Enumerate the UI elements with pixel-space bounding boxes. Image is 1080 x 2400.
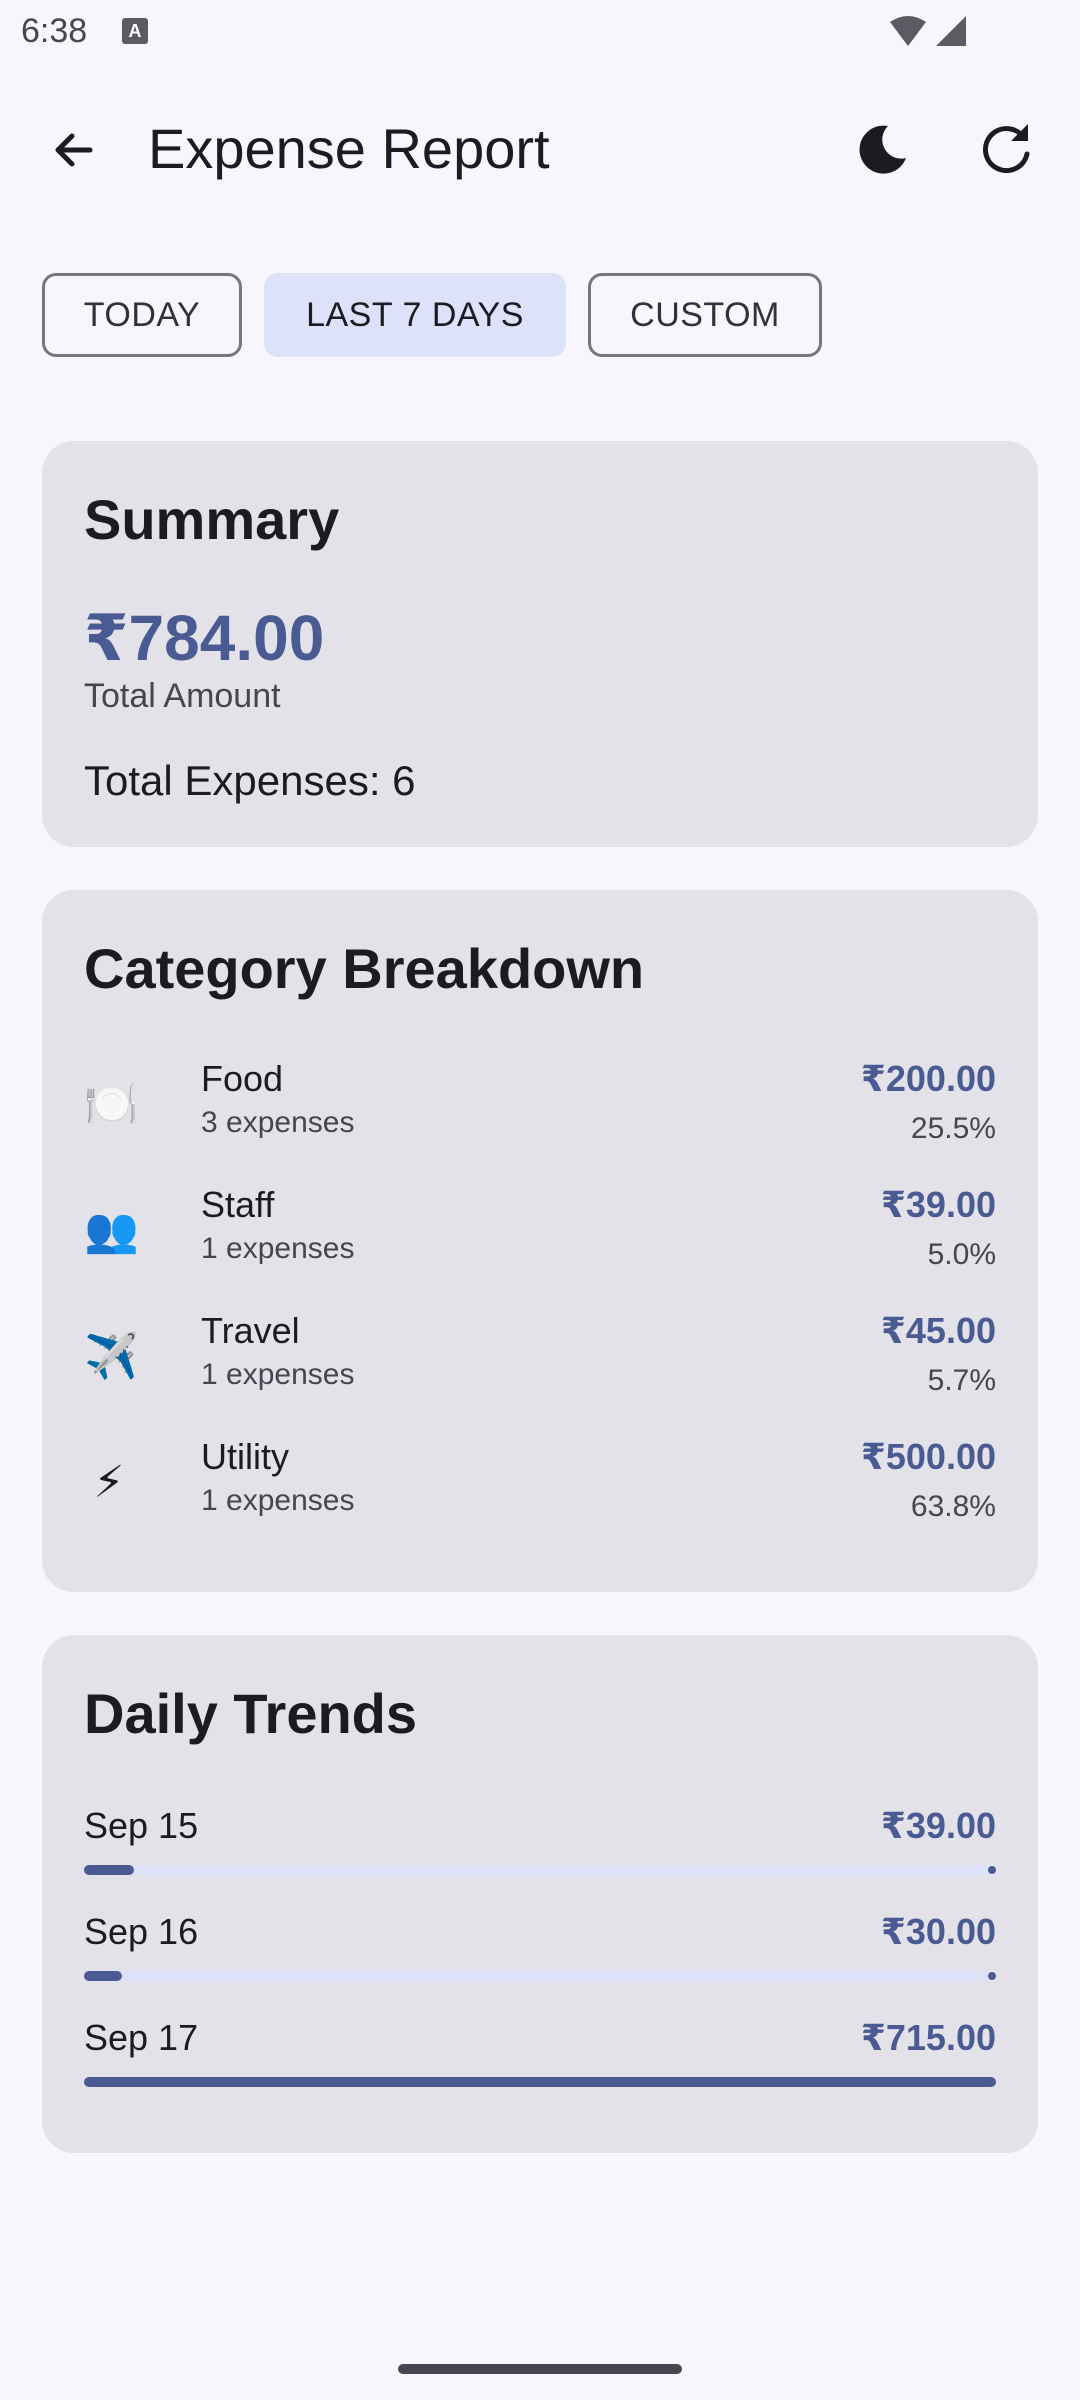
airplane-icon: ✈️	[84, 1332, 139, 1381]
status-time: 6:38	[21, 12, 88, 50]
trend-progress-fill	[84, 1865, 135, 1875]
total-expenses: Total Expenses: 6	[84, 757, 416, 804]
home-indicator[interactable]	[398, 2364, 682, 2374]
trend-amount: ₹715.00	[860, 2017, 996, 2058]
category-name: Staff	[201, 1184, 275, 1225]
trend-row-sep-17: Sep 17 ₹715.00	[84, 2017, 996, 2107]
notification-icon: A	[122, 18, 148, 44]
total-amount: ₹784.00	[84, 602, 325, 674]
lightning-icon: ⚡	[93, 1458, 125, 1507]
category-amount: ₹39.00	[880, 1184, 996, 1225]
category-percent: 25.5%	[910, 1112, 996, 1145]
people-icon: 👥	[84, 1206, 139, 1255]
trend-progress-bar	[84, 2077, 996, 2087]
category-percent: 63.8%	[910, 1490, 996, 1523]
trend-row-sep-16: Sep 16 ₹30.00	[84, 1911, 996, 2001]
category-amount: ₹500.00	[860, 1436, 996, 1477]
trend-progress-end-dot	[988, 1972, 996, 1980]
trend-progress-bar	[84, 1971, 996, 1981]
category-row-travel[interactable]: ✈️ Travel 1 expenses ₹45.00 5.7%	[84, 1310, 996, 1410]
category-amount: ₹200.00	[860, 1058, 996, 1099]
trend-progress-fill	[84, 2077, 996, 2087]
trend-progress-end-dot	[988, 1866, 996, 1874]
refresh-icon	[983, 124, 1030, 174]
chip-custom[interactable]: CUSTOM	[588, 273, 822, 357]
back-button[interactable]	[40, 116, 108, 184]
wifi-icon	[890, 16, 926, 46]
total-amount-label: Total Amount	[84, 677, 281, 715]
category-percent: 5.7%	[927, 1364, 996, 1397]
category-count: 1 expenses	[201, 1232, 355, 1265]
category-name: Food	[201, 1058, 284, 1099]
refresh-button[interactable]	[972, 116, 1040, 184]
category-name: Utility	[201, 1436, 289, 1477]
category-breakdown-title: Category Breakdown	[84, 937, 645, 1000]
status-icons	[888, 14, 1038, 55]
summary-title: Summary	[84, 488, 340, 551]
trend-progress-bar	[84, 1865, 996, 1875]
trend-progress-fill	[84, 1971, 123, 1981]
chip-today[interactable]: TODAY	[42, 273, 242, 357]
category-count: 3 expenses	[201, 1106, 355, 1139]
category-count: 1 expenses	[201, 1358, 355, 1391]
daily-trends-card: Daily Trends Sep 15 ₹39.00 Sep 16 ₹30.00…	[42, 1635, 1038, 2153]
category-row-utility[interactable]: ⚡ Utility 1 expenses ₹500.00 63.8%	[84, 1436, 996, 1536]
trend-date: Sep 16	[84, 1911, 199, 1952]
moon-icon	[859, 125, 906, 174]
category-row-staff[interactable]: 👥 Staff 1 expenses ₹39.00 5.0%	[84, 1184, 996, 1284]
top-app-bar: Expense Report	[0, 90, 1080, 206]
dark-mode-button[interactable]	[848, 116, 916, 184]
trend-row-sep-15: Sep 15 ₹39.00	[84, 1805, 996, 1895]
category-name: Travel	[201, 1310, 300, 1351]
plate-cutlery-icon: 🍽️	[84, 1080, 139, 1129]
chip-last-7-days[interactable]: LAST 7 DAYS	[264, 273, 566, 357]
summary-card: Summary ₹784.00 Total Amount Total Expen…	[42, 441, 1038, 847]
trend-date: Sep 17	[84, 2017, 199, 2058]
trend-amount: ₹30.00	[880, 1911, 996, 1952]
category-breakdown-card: Category Breakdown 🍽️ Food 3 expenses ₹2…	[42, 890, 1038, 1592]
category-amount: ₹45.00	[880, 1310, 996, 1351]
trend-date: Sep 15	[84, 1805, 199, 1846]
category-count: 1 expenses	[201, 1484, 355, 1517]
status-bar: 6:38 A	[0, 0, 1080, 64]
category-row-food[interactable]: 🍽️ Food 3 expenses ₹200.00 25.5%	[84, 1058, 996, 1158]
page-title: Expense Report	[148, 117, 550, 180]
signal-icon	[936, 16, 966, 46]
category-percent: 5.0%	[927, 1238, 996, 1271]
arrow-back-icon	[55, 133, 93, 167]
trend-amount: ₹39.00	[880, 1805, 996, 1846]
daily-trends-title: Daily Trends	[84, 1682, 418, 1745]
